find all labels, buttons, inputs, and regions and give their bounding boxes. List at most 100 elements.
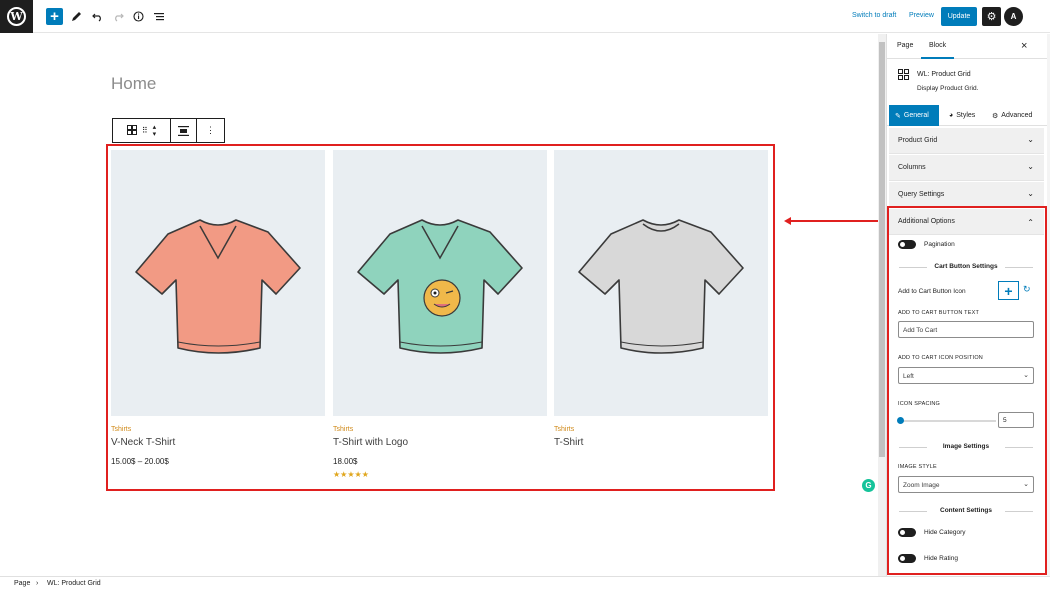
block-type-switcher[interactable]: ⠿ ▴ ▾ — [113, 119, 171, 142]
add-to-cart-text-input[interactable]: Add To Cart — [898, 321, 1034, 338]
product-grid-block-icon — [898, 69, 909, 80]
product-card[interactable]: Tshirts V-Neck T-Shirt 15.00$ – 20.00$ — [111, 150, 325, 470]
gear-icon: ⚙ — [992, 112, 999, 120]
pencil-icon[interactable] — [68, 8, 85, 25]
annotation-arrow — [790, 220, 885, 222]
more-options-icon[interactable]: ⋮ — [197, 119, 224, 142]
chevron-down-icon: ⌄ — [1023, 481, 1029, 488]
product-price: 15.00$ – 20.00$ — [111, 457, 169, 466]
emoji-logo-icon — [423, 279, 461, 317]
product-category[interactable]: Tshirts — [333, 426, 547, 433]
accordion-product-grid[interactable]: Product Grid ⌄ — [889, 128, 1044, 154]
icon-position-select[interactable]: Left ⌄ — [898, 367, 1034, 384]
palette-icon: ◕ — [949, 112, 954, 119]
switch-to-draft-link[interactable]: Switch to draft — [852, 12, 896, 19]
redo-icon[interactable] — [110, 8, 127, 25]
accordion-columns[interactable]: Columns ⌄ — [889, 155, 1044, 181]
canvas-scrollbar[interactable] — [878, 34, 886, 576]
product-title[interactable]: T-Shirt with Logo — [333, 437, 547, 448]
chevron-down-icon: ⌄ — [1023, 372, 1029, 379]
product-title[interactable]: V-Neck T-Shirt — [111, 437, 325, 448]
add-to-cart-text-label: ADD TO CART BUTTON TEXT — [898, 310, 980, 316]
update-button[interactable]: Update — [941, 7, 977, 26]
product-category[interactable]: Tshirts — [111, 426, 325, 433]
pagination-toggle[interactable] — [898, 240, 916, 249]
plugin-menu-icon[interactable]: A — [1004, 7, 1023, 26]
content-settings-heading: Content Settings — [899, 507, 1033, 515]
t-shirt-icon — [357, 219, 523, 354]
tab-block[interactable]: Block — [920, 42, 955, 59]
additional-options-panel — [887, 206, 1047, 575]
tab-advanced[interactable]: ⚙ Advanced — [992, 105, 1032, 126]
tab-advanced-label: Advanced — [1001, 112, 1033, 119]
reset-icon[interactable]: ↻ — [1023, 284, 1031, 295]
accordion-label: Additional Options — [898, 218, 955, 225]
sidebar-tabs: Page Block × — [887, 34, 1050, 59]
breadcrumb-page[interactable]: Page — [14, 580, 30, 587]
icon-spacing-slider[interactable] — [900, 420, 996, 422]
product-category[interactable]: Tshirts — [554, 426, 768, 433]
close-sidebar-icon[interactable]: × — [1021, 40, 1027, 52]
product-image[interactable] — [554, 150, 768, 416]
product-image[interactable] — [333, 150, 547, 416]
breadcrumb-block[interactable]: WL: Product Grid — [47, 580, 101, 587]
add-block-button[interactable]: + — [46, 8, 63, 25]
move-up-down-icon[interactable]: ▴ ▾ — [153, 124, 157, 138]
settings-gear-icon[interactable]: ⚙ — [982, 7, 1001, 26]
t-shirt-icon — [578, 219, 744, 354]
block-toolbar: ⠿ ▴ ▾ ⋮ — [112, 118, 225, 143]
wordpress-logo-icon[interactable]: W — [0, 0, 33, 33]
accordion-additional-options[interactable]: Additional Options ⌃ — [889, 209, 1044, 235]
chevron-down-icon: ⌄ — [1027, 135, 1034, 144]
hide-category-label: Hide Category — [924, 529, 966, 536]
preview-link[interactable]: Preview — [909, 12, 934, 19]
image-style-value: Zoom Image — [903, 482, 940, 489]
icon-spacing-input[interactable]: 5 — [998, 412, 1034, 428]
tab-general-label: General — [903, 112, 929, 119]
settings-sidebar: Page Block × WL: Product Grid Display Pr… — [886, 34, 1050, 576]
hide-rating-label: Hide Rating — [924, 555, 958, 562]
drag-handle-icon[interactable]: ⠿ — [142, 126, 148, 135]
breadcrumb: Page › WL: Product Grid — [0, 576, 1050, 590]
chevron-down-icon: ⌄ — [1027, 189, 1034, 198]
tab-general[interactable]: ✎ General — [889, 105, 939, 126]
tab-styles[interactable]: ◕ Styles — [949, 105, 975, 126]
canvas-scroll-thumb[interactable] — [879, 42, 885, 457]
align-button[interactable] — [171, 119, 197, 142]
image-style-label: IMAGE STYLE — [898, 464, 937, 470]
chevron-down-icon: ⌄ — [1027, 162, 1034, 171]
hide-rating-toggle[interactable] — [898, 554, 916, 563]
cart-button-settings-heading: Cart Button Settings — [899, 263, 1033, 271]
block-name: WL: Product Grid — [917, 71, 971, 78]
icon-position-value: Left — [903, 373, 914, 380]
icon-spacing-label: ICON SPACING — [898, 401, 941, 407]
product-title[interactable]: T-Shirt — [554, 437, 768, 448]
product-price: 18.00$ — [333, 457, 358, 466]
block-description: Display Product Grid. — [917, 85, 979, 92]
pagination-label: Pagination — [924, 241, 955, 248]
tab-page[interactable]: Page — [897, 42, 913, 49]
product-card[interactable]: Tshirts T-Shirt — [554, 150, 768, 457]
accordion-label: Product Grid — [898, 137, 938, 144]
accordion-query-settings[interactable]: Query Settings ⌄ — [889, 182, 1044, 208]
product-grid-icon[interactable] — [126, 124, 137, 137]
chevron-up-icon: ⌃ — [1027, 218, 1034, 227]
tab-styles-label: Styles — [956, 112, 976, 119]
grammarly-icon[interactable]: G — [862, 479, 875, 492]
image-style-select[interactable]: Zoom Image ⌄ — [898, 476, 1034, 493]
icon-spacing-slider-handle[interactable] — [897, 417, 904, 424]
block-settings-tabs: ✎ General ◕ Styles ⚙ Advanced — [887, 105, 1050, 126]
product-image[interactable] — [111, 150, 325, 416]
page-title[interactable]: Home — [111, 74, 156, 94]
accordion-label: Query Settings — [898, 191, 945, 198]
add-to-cart-icon-label: Add to Cart Button Icon — [898, 288, 966, 295]
product-card[interactable]: Tshirts T-Shirt with Logo 18.00$ ★★★★★ — [333, 150, 547, 479]
icon-picker-plus-icon[interactable]: + — [998, 281, 1019, 300]
undo-icon[interactable] — [89, 8, 106, 25]
accordion-label: Columns — [898, 164, 926, 171]
icon-position-label: ADD TO CART ICON POSITION — [898, 355, 983, 361]
info-icon[interactable] — [130, 8, 147, 25]
list-view-icon[interactable] — [150, 8, 167, 25]
product-rating-stars: ★★★★★ — [333, 470, 369, 479]
hide-category-toggle[interactable] — [898, 528, 916, 537]
